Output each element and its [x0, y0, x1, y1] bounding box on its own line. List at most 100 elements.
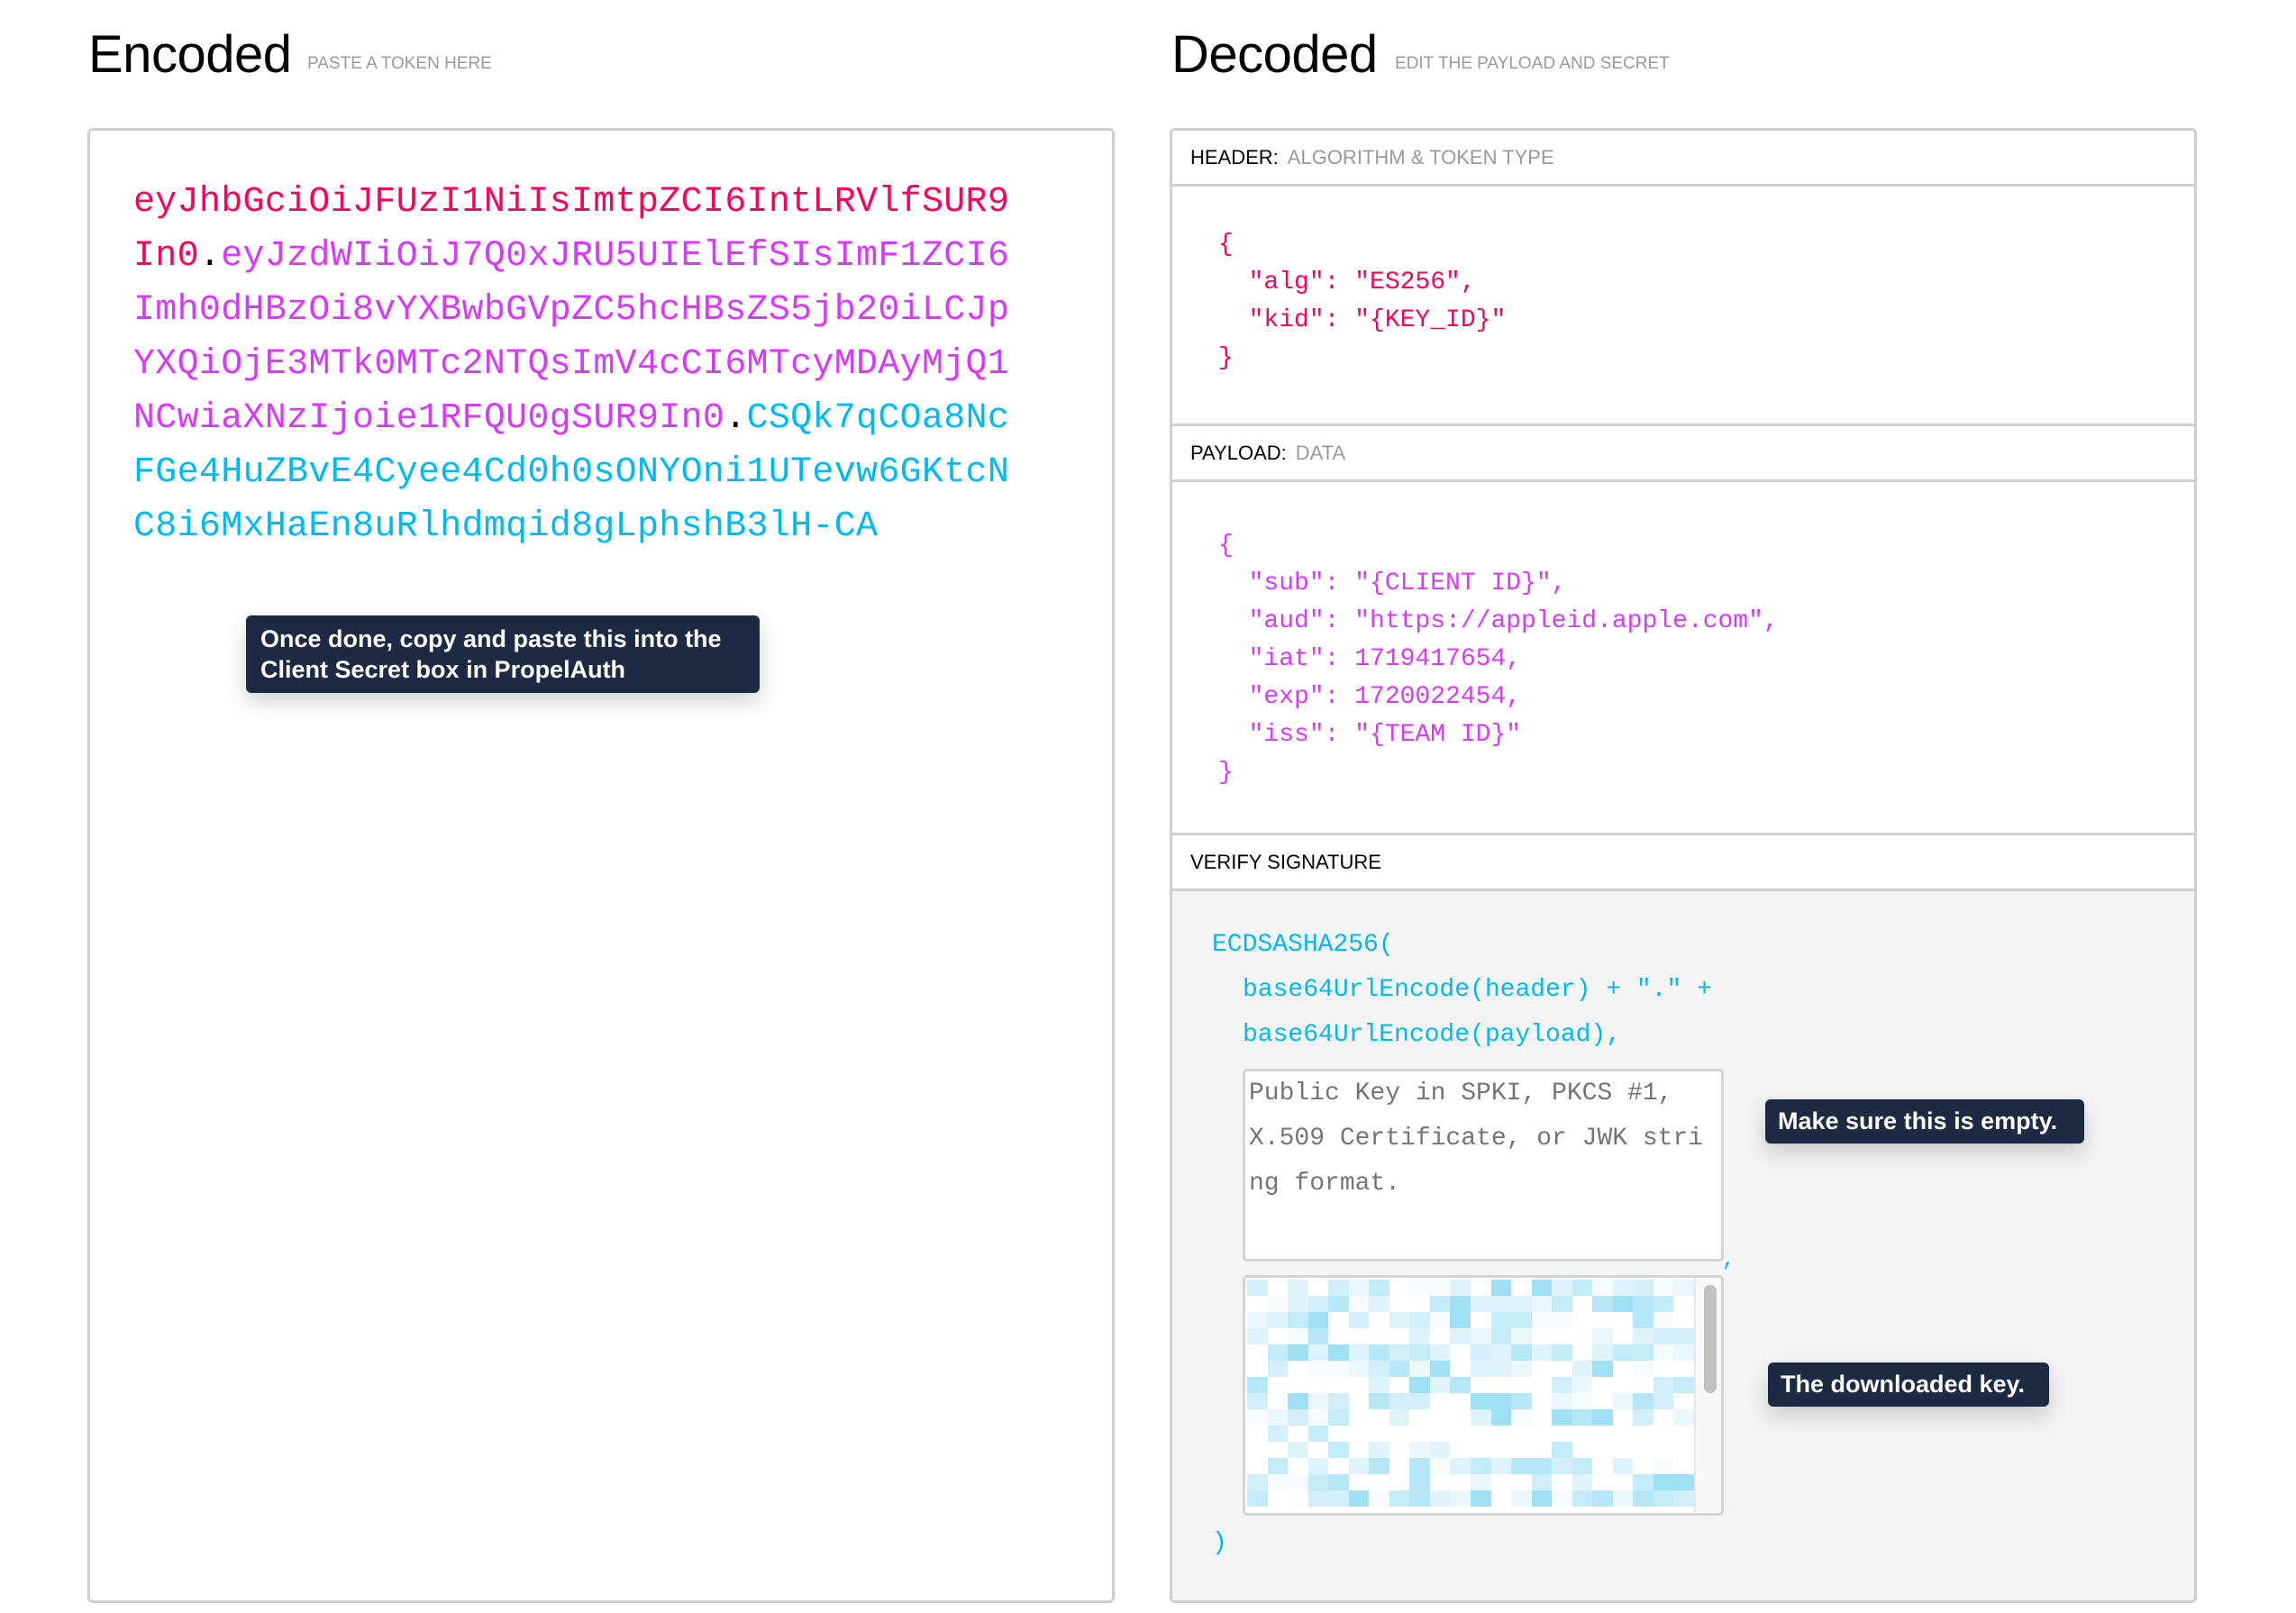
redaction-cell: [1307, 1393, 1329, 1409]
redaction-cell: [1288, 1474, 1308, 1490]
header-json-editor[interactable]: { "alg": "ES256", "kid": "{KEY_ID}" }: [1172, 187, 2194, 426]
redaction-cell: [1490, 1393, 1512, 1409]
redaction-cell: [1450, 1442, 1471, 1458]
redaction-cell: [1307, 1426, 1329, 1442]
redaction-cell: [1653, 1409, 1674, 1426]
redaction-cell: [1470, 1280, 1491, 1296]
redaction-cell: [1653, 1361, 1674, 1377]
verify-section-label: VERIFY SIGNATURE: [1172, 835, 2194, 891]
redaction-cell: [1429, 1426, 1451, 1442]
redaction-cell: [1673, 1296, 1694, 1312]
redaction-cell: [1490, 1328, 1512, 1344]
redaction-cell: [1288, 1296, 1308, 1312]
redaction-cell: [1429, 1344, 1451, 1361]
public-key-input[interactable]: [1243, 1069, 1724, 1262]
redaction-cell: [1328, 1490, 1349, 1507]
redaction-cell: [1592, 1344, 1613, 1361]
redaction-cell: [1633, 1361, 1654, 1377]
redaction-cell: [1470, 1490, 1491, 1507]
redaction-cell: [1247, 1296, 1268, 1312]
redaction-cell: [1531, 1426, 1553, 1442]
scrollbar-thumb[interactable]: [1704, 1285, 1717, 1393]
private-key-input[interactable]: [1243, 1275, 1724, 1516]
redaction-cell: [1307, 1474, 1329, 1490]
redaction-cell: [1572, 1442, 1593, 1458]
redaction-cell: [1307, 1458, 1329, 1474]
redaction-cell: [1531, 1442, 1553, 1458]
redaction-cell: [1288, 1490, 1308, 1507]
redaction-cell: [1552, 1312, 1572, 1328]
redaction-cell: [1348, 1280, 1370, 1296]
redaction-cell: [1450, 1344, 1471, 1361]
redaction-cell: [1348, 1474, 1370, 1490]
redaction-cell: [1389, 1377, 1410, 1393]
redaction-cell: [1247, 1280, 1268, 1296]
header-label: HEADER:: [1190, 145, 1279, 169]
redaction-cell: [1592, 1474, 1613, 1490]
redaction-cell: [1348, 1328, 1370, 1344]
payload-json[interactable]: { "sub": "{CLIENT ID}", "aud": "https://…: [1218, 527, 1779, 792]
redaction-cell: [1490, 1442, 1512, 1458]
redaction-cell: [1552, 1442, 1572, 1458]
redaction-cell: [1653, 1490, 1674, 1507]
redaction-cell: [1552, 1377, 1572, 1393]
redaction-cell: [1389, 1458, 1410, 1474]
redaction-cell: [1470, 1312, 1491, 1328]
redaction-cell: [1552, 1409, 1572, 1426]
redaction-cell: [1470, 1361, 1491, 1377]
redaction-cell: [1572, 1312, 1593, 1328]
redaction-cell: [1470, 1458, 1491, 1474]
redaction-cell: [1409, 1361, 1430, 1377]
redaction-cell: [1389, 1442, 1410, 1458]
redaction-cell: [1409, 1344, 1430, 1361]
redaction-cell: [1612, 1280, 1634, 1296]
copy-instructions-tooltip: Once done, copy and paste this into the …: [246, 615, 760, 693]
redaction-cell: [1470, 1377, 1491, 1393]
redaction-cell: [1552, 1296, 1572, 1312]
redaction-cell: [1288, 1328, 1308, 1344]
redaction-cell: [1307, 1312, 1329, 1328]
redaction-cell: [1633, 1442, 1654, 1458]
redaction-cell: [1369, 1312, 1389, 1328]
redaction-cell: [1673, 1312, 1694, 1328]
redaction-cell: [1470, 1474, 1491, 1490]
redaction-cell: [1247, 1474, 1268, 1490]
redaction-cell: [1511, 1442, 1532, 1458]
redaction-cell: [1673, 1280, 1694, 1296]
redaction-cell: [1389, 1490, 1410, 1507]
redaction-cell: [1369, 1328, 1389, 1344]
redaction-cell: [1592, 1377, 1613, 1393]
redaction-cell: [1511, 1280, 1532, 1296]
redaction-cell: [1531, 1296, 1553, 1312]
redaction-cell: [1267, 1442, 1289, 1458]
redaction-cell: [1348, 1490, 1370, 1507]
redaction-cell: [1369, 1361, 1389, 1377]
redaction-cell: [1552, 1393, 1572, 1409]
redaction-cell: [1389, 1426, 1410, 1442]
redaction-cell: [1531, 1377, 1553, 1393]
redaction-cell: [1429, 1490, 1451, 1507]
redaction-cell: [1633, 1280, 1654, 1296]
redaction-cell: [1288, 1280, 1308, 1296]
redaction-cell: [1267, 1280, 1289, 1296]
redaction-cell: [1612, 1344, 1634, 1361]
redaction-cell: [1592, 1280, 1613, 1296]
redaction-cell: [1429, 1296, 1451, 1312]
redaction-cell: [1490, 1377, 1512, 1393]
redaction-cell: [1633, 1490, 1654, 1507]
redaction-cell: [1490, 1426, 1512, 1442]
header-json[interactable]: { "alg": "ES256", "kid": "{KEY_ID}" }: [1218, 226, 1506, 378]
private-key-scrollbar[interactable]: [1694, 1278, 1721, 1513]
encoded-token-text[interactable]: eyJhbGciOiJFUzI1NiIsImtpZCI6IntLRVlfSUR9…: [133, 176, 1016, 554]
redaction-cell: [1247, 1490, 1268, 1507]
redaction-cell: [1552, 1328, 1572, 1344]
verify-signature-body: ECDSASHA256( base64UrlEncode(header) + "…: [1172, 891, 2194, 1600]
redaction-cell: [1267, 1474, 1289, 1490]
redaction-cell: [1450, 1312, 1471, 1328]
redaction-cell: [1409, 1296, 1430, 1312]
encoded-token-editor[interactable]: eyJhbGciOiJFUzI1NiIsImtpZCI6IntLRVlfSUR9…: [87, 128, 1115, 1603]
redaction-cell: [1409, 1377, 1430, 1393]
redaction-cell: [1450, 1296, 1471, 1312]
payload-json-editor[interactable]: { "sub": "{CLIENT ID}", "aud": "https://…: [1172, 482, 2194, 835]
redaction-cell: [1511, 1426, 1532, 1442]
